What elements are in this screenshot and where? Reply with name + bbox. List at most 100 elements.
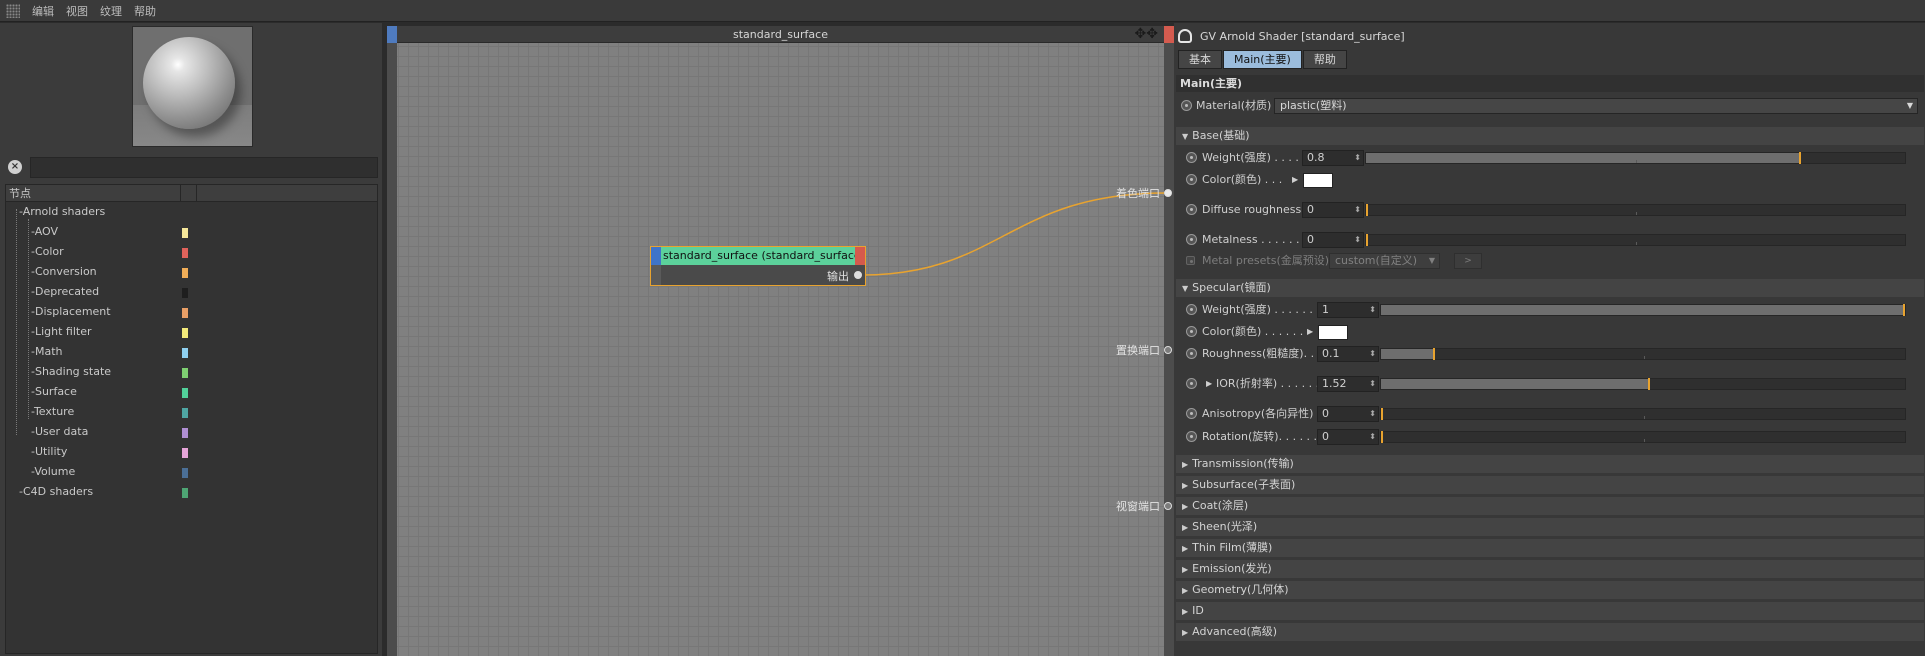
spinner-icon[interactable]: ⬍ [1369, 407, 1376, 421]
tree-item-user-data[interactable]: -User data [6, 422, 377, 442]
move-icon[interactable]: ✥✥ [1135, 26, 1158, 43]
slider-fill [1366, 153, 1799, 163]
collapsed-triangle-icon: ▶ [1182, 481, 1189, 490]
tab-help[interactable]: 帮助 [1302, 50, 1347, 69]
tree-item-texture[interactable]: -Texture [6, 402, 377, 422]
specular-rotation-slider[interactable] [1380, 431, 1906, 443]
tab-basic[interactable]: 基本 [1178, 50, 1222, 69]
tree-item-utility[interactable]: -Utility [6, 442, 377, 462]
slider-handle[interactable] [1381, 431, 1383, 443]
keyframe-radio[interactable] [1186, 378, 1197, 389]
node-output-port[interactable] [854, 271, 862, 279]
spinner-icon[interactable]: ⬍ [1369, 377, 1376, 391]
keyframe-radio[interactable] [1186, 174, 1197, 185]
keyframe-radio[interactable] [1186, 408, 1197, 419]
menu-help[interactable]: 帮助 [128, 3, 162, 19]
tree-item-arnold-shaders[interactable]: -Arnold shaders [6, 202, 377, 222]
search-input[interactable] [30, 156, 378, 178]
group-transmission[interactable]: ▶ Transmission(传输) [1176, 455, 1924, 473]
group-geometry[interactable]: ▶ Geometry(几何体) [1176, 581, 1924, 599]
slider-handle[interactable] [1903, 304, 1905, 316]
specular-weight-slider[interactable] [1380, 304, 1906, 316]
specular-color-swatch[interactable] [1318, 325, 1348, 340]
keyframe-radio[interactable] [1186, 326, 1197, 337]
menu-texture[interactable]: 纹理 [94, 3, 128, 19]
group-coat[interactable]: ▶ Coat(涂层) [1176, 497, 1924, 515]
grip-icon[interactable] [6, 3, 20, 18]
clear-search-icon[interactable]: × [8, 160, 22, 174]
diffuse-roughness-input[interactable]: 0 ⬍ [1302, 202, 1364, 218]
keyframe-radio[interactable] [1181, 100, 1192, 111]
group-specular[interactable]: ▼ Specular(镜面) [1176, 279, 1924, 297]
tree-item-c4d-shaders[interactable]: -C4D shaders [6, 482, 377, 502]
menu-edit[interactable]: 编辑 [26, 3, 60, 19]
tab-main[interactable]: Main(主要) [1223, 50, 1302, 69]
group-emission[interactable]: ▶ Emission(发光) [1176, 560, 1924, 578]
tree-item-surface[interactable]: -Surface [6, 382, 377, 402]
diffuse-roughness-slider[interactable] [1365, 204, 1906, 216]
specular-ior-input[interactable]: 1.52 ⬍ [1317, 376, 1379, 392]
spinner-icon[interactable]: ⬍ [1369, 303, 1376, 317]
tree-item-displacement[interactable]: -Displacement [6, 302, 377, 322]
tree-item-aov[interactable]: -AOV [6, 222, 377, 242]
tree-item-color[interactable]: -Color [6, 242, 377, 262]
metal-presets-checkbox[interactable] [1186, 256, 1195, 265]
base-weight-input[interactable]: 0.8 ⬍ [1302, 150, 1364, 166]
displacement-port[interactable] [1164, 346, 1172, 354]
spinner-icon[interactable]: ⬍ [1354, 203, 1361, 217]
group-sheen[interactable]: ▶ Sheen(光泽) [1176, 518, 1924, 536]
tree-item-label: -Light filter [31, 325, 92, 338]
keyframe-radio[interactable] [1186, 234, 1197, 245]
slider-handle[interactable] [1381, 408, 1383, 420]
tree-item-light-filter[interactable]: -Light filter [6, 322, 377, 342]
arnold-logo-icon [1178, 29, 1192, 43]
shading-port[interactable] [1164, 189, 1172, 197]
node-graph-canvas[interactable] [387, 26, 1174, 656]
group-id[interactable]: ▶ ID [1176, 602, 1924, 620]
tree-item-volume[interactable]: -Volume [6, 462, 377, 482]
tree-item-shading-state[interactable]: -Shading state [6, 362, 377, 382]
group-subsurface[interactable]: ▶ Subsurface(子表面) [1176, 476, 1924, 494]
expand-triangle-icon[interactable]: ▶ [1307, 322, 1313, 342]
tree-item-label: -Conversion [31, 265, 97, 278]
keyframe-radio[interactable] [1186, 204, 1197, 215]
tree-item-math[interactable]: -Math [6, 342, 377, 362]
specular-ior-slider[interactable] [1380, 378, 1906, 390]
expand-triangle-icon[interactable]: ▶ [1206, 374, 1212, 394]
specular-rotation-input[interactable]: 0 ⬍ [1317, 429, 1379, 445]
spinner-icon[interactable]: ⬍ [1354, 151, 1361, 165]
spinner-icon[interactable]: ⬍ [1369, 430, 1376, 444]
metalness-slider[interactable] [1365, 234, 1906, 246]
slider-handle[interactable] [1433, 348, 1435, 360]
keyframe-radio[interactable] [1186, 152, 1197, 163]
keyframe-radio[interactable] [1186, 348, 1197, 359]
spinner-icon[interactable]: ⬍ [1369, 347, 1376, 361]
specular-weight-input[interactable]: 1 ⬍ [1317, 302, 1379, 318]
base-color-swatch[interactable] [1303, 173, 1333, 188]
specular-roughness-slider[interactable] [1380, 348, 1906, 360]
material-dropdown[interactable]: plastic(塑料) ▼ [1274, 98, 1918, 114]
spinner-icon[interactable]: ⬍ [1354, 233, 1361, 247]
slider-handle[interactable] [1366, 234, 1368, 246]
metal-presets-dropdown[interactable]: custom(自定义) ▼ [1329, 253, 1440, 269]
specular-anisotropy-slider[interactable] [1380, 408, 1906, 420]
standard-surface-node[interactable]: standard_surface (standard_surface) 输出 [650, 246, 866, 286]
base-weight-slider[interactable] [1365, 152, 1906, 164]
keyframe-radio[interactable] [1186, 304, 1197, 315]
metalness-input[interactable]: 0 ⬍ [1302, 232, 1364, 248]
group-base[interactable]: ▼ Base(基础) [1176, 127, 1924, 145]
specular-anisotropy-input[interactable]: 0 ⬍ [1317, 406, 1379, 422]
slider-handle[interactable] [1648, 378, 1650, 390]
specular-roughness-input[interactable]: 0.1 ⬍ [1317, 346, 1379, 362]
expand-triangle-icon[interactable]: ▶ [1292, 170, 1298, 190]
slider-handle[interactable] [1799, 152, 1801, 164]
group-advanced[interactable]: ▶ Advanced(高级) [1176, 623, 1924, 641]
keyframe-radio[interactable] [1186, 431, 1197, 442]
slider-handle[interactable] [1366, 204, 1368, 216]
tree-item-deprecated[interactable]: -Deprecated [6, 282, 377, 302]
menu-view[interactable]: 视图 [60, 3, 94, 19]
apply-preset-button[interactable]: > [1454, 253, 1482, 269]
tree-item-conversion[interactable]: -Conversion [6, 262, 377, 282]
group-thin-film[interactable]: ▶ Thin Film(薄膜) [1176, 539, 1924, 557]
viewport-port[interactable] [1164, 502, 1172, 510]
